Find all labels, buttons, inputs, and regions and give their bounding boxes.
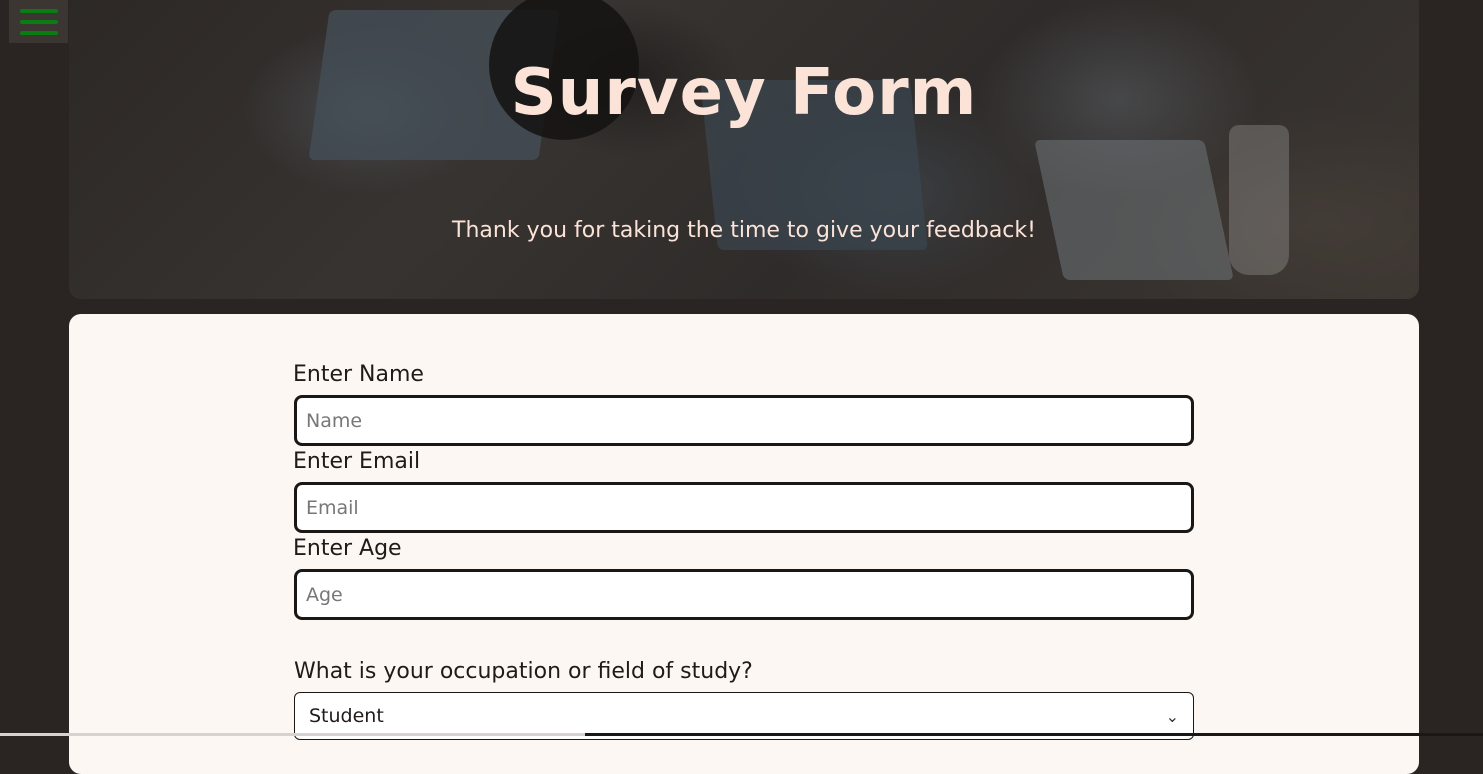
hero-banner: Survey Form Thank you for taking the tim… — [69, 0, 1419, 299]
email-input[interactable] — [294, 482, 1194, 533]
survey-form-card: Enter Name Enter Email Enter Age What is… — [69, 314, 1419, 774]
page-subtitle: Thank you for taking the time to give yo… — [452, 218, 1036, 243]
menu-bar — [19, 30, 58, 35]
menu-bar — [19, 8, 58, 13]
menu-bar — [19, 19, 58, 24]
hamburger-menu-icon[interactable] — [9, 0, 68, 43]
chevron-down-icon: ⌄ — [1165, 706, 1179, 726]
occupation-selected-value: Student — [309, 705, 384, 727]
age-input[interactable] — [294, 569, 1194, 620]
name-label: Enter Name — [293, 362, 424, 387]
email-label: Enter Email — [293, 449, 421, 474]
page-title: Survey Form — [510, 56, 978, 130]
hero-image-glass — [1229, 125, 1289, 275]
age-label: Enter Age — [293, 536, 402, 561]
occupation-label: What is your occupation or field of stud… — [294, 659, 753, 684]
hero-image-laptop — [1034, 140, 1234, 280]
name-input[interactable] — [294, 395, 1194, 446]
